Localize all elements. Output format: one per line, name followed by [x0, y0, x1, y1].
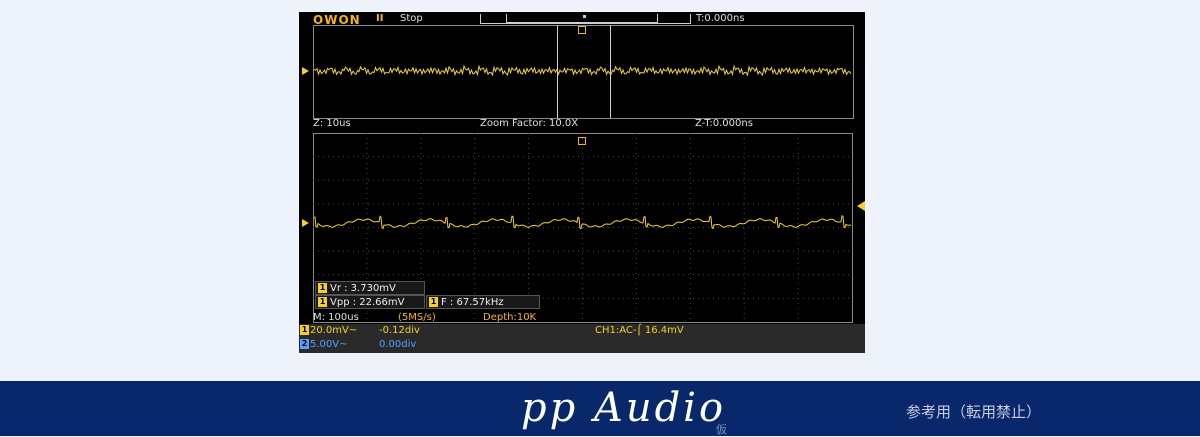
freq-value: F : 67.57kHz	[441, 297, 504, 308]
ch2-badge: 2	[300, 339, 309, 349]
measure-freq: 1F : 67.57kHz	[426, 295, 540, 309]
ch1-tag: 1	[318, 297, 327, 307]
ch1-offset: -0.12div	[379, 325, 420, 336]
ch1-tag: 1	[429, 297, 438, 307]
channel-status-bar: 1 20.0mV~ -0.12div CH1:AC-⌠ 16.4mV 2 5.00V…	[299, 324, 865, 353]
site-brand[interactable]: pp Audio	[521, 383, 726, 433]
ch1-marker-zoom	[302, 219, 309, 227]
ch1-tag: 1	[318, 283, 327, 293]
record-depth: Depth:10K	[483, 312, 537, 323]
trigger-marker-zoom	[578, 137, 586, 145]
ch1-scale-value: 20.0mV~	[310, 325, 358, 336]
trigger-setting: CH1:AC-⌠ 16.4mV	[595, 325, 684, 336]
measure-vr: 1 Vr : 3.730mV	[315, 281, 425, 295]
sample-rate: (5MS/s)	[398, 312, 436, 323]
ch1-badge: 1	[300, 325, 309, 335]
measure-vpp: 1 Vpp : 22.66mV	[315, 295, 425, 309]
ch2-scale-value: 5.00V~	[310, 339, 348, 350]
ch2-offset: 0.00div	[379, 339, 417, 350]
site-footer: pp Audio 仮 参考用（転用禁止）	[0, 381, 1200, 436]
ch2-scale: 2 5.00V~	[300, 339, 348, 351]
trigger-level-marker	[857, 201, 865, 211]
oscilloscope-screenshot: OWON II Stop T:0.000ns Z: 10us Zoom Fact…	[299, 12, 865, 353]
vr-value: Vr : 3.730mV	[330, 283, 396, 294]
main-timebase: M: 100us	[313, 312, 359, 323]
brand-subscript: 仮	[716, 423, 727, 436]
usage-notice: 参考用（転用禁止）	[906, 403, 1042, 421]
vpp-value: Vpp : 22.66mV	[330, 297, 405, 308]
ch1-scale: 1 20.0mV~	[300, 325, 357, 337]
